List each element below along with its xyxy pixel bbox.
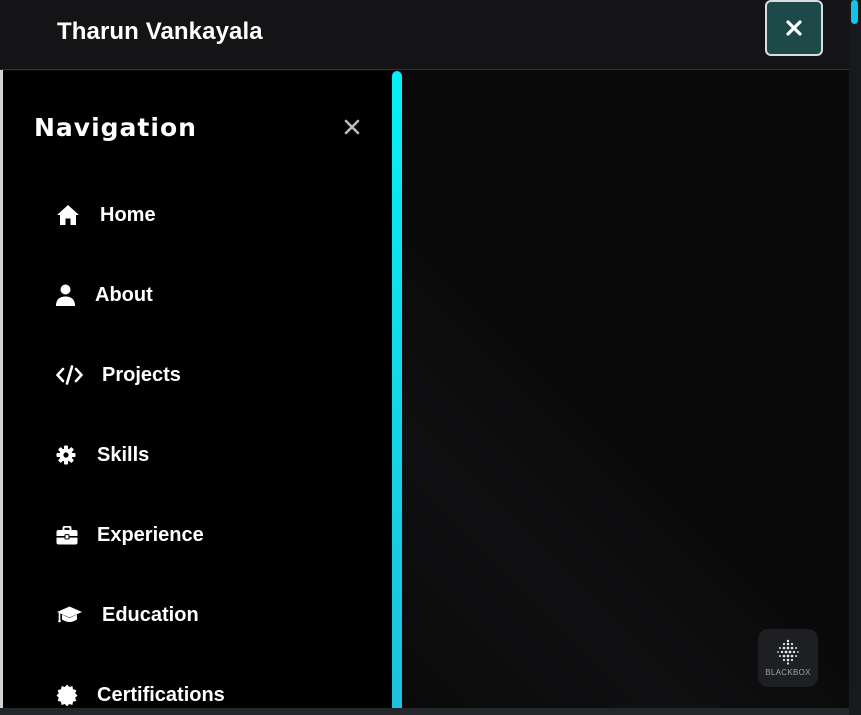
top-header: Tharun Vankayala: [0, 0, 849, 70]
scrollbar-thumb[interactable]: [851, 0, 858, 24]
page-scrollbar[interactable]: [849, 0, 861, 715]
user-icon: [56, 283, 95, 307]
sidebar-item-certifications[interactable]: Certifications: [56, 677, 225, 713]
badge-label: BLACKBOX: [765, 668, 811, 677]
close-icon: [786, 20, 802, 36]
sidebar-item-label: Home: [100, 203, 156, 226]
sidebar-heading: Navigation: [34, 113, 197, 142]
blackbox-badge[interactable]: BLACKBOX: [758, 629, 818, 687]
sidebar-item-skills[interactable]: Skills: [56, 437, 149, 473]
sidebar-item-label: Projects: [102, 363, 181, 386]
sidebar-accent-edge: [392, 71, 402, 708]
site-title[interactable]: Tharun Vankayala: [57, 18, 263, 46]
close-icon: [344, 119, 360, 135]
sidebar-item-label: Skills: [97, 443, 150, 466]
sidebar-item-label: Education: [102, 603, 199, 626]
graduation-cap-icon: [56, 603, 102, 627]
gear-icon: [56, 443, 97, 467]
code-icon: [56, 363, 102, 387]
main-content-area: [402, 71, 849, 708]
sidebar-close-button[interactable]: [340, 115, 364, 139]
sidebar-item-label: Experience: [97, 523, 204, 546]
sidebar-item-about[interactable]: About: [56, 277, 153, 313]
home-icon: [56, 203, 100, 227]
sidebar-item-label: About: [95, 283, 153, 306]
sidebar-item-label: Certifications: [97, 683, 225, 706]
sidebar-item-projects[interactable]: Projects: [56, 357, 181, 393]
briefcase-icon: [56, 523, 97, 547]
sidebar-item-home[interactable]: Home: [56, 197, 156, 233]
sidebar-item-experience[interactable]: Experience: [56, 517, 204, 553]
blackbox-logo-icon: [777, 639, 799, 665]
sidebar-item-education[interactable]: Education: [56, 597, 199, 633]
certificate-icon: [56, 683, 97, 707]
menu-close-button[interactable]: [765, 0, 823, 56]
